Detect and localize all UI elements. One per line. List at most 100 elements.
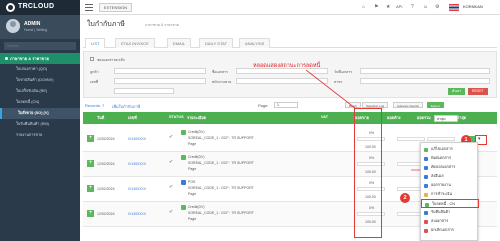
sidebar-item-delivery[interactable]: ใบขายสินค้า (DO/INV) xyxy=(0,75,80,86)
row-doc-link[interactable]: IV1400XXX xyxy=(128,137,146,141)
menu-item-print[interactable]: พิมพ์เอกสาร xyxy=(421,154,479,163)
row-detail: SOREAL_CODE_1 : GCF : TR SUPPORT xyxy=(188,186,254,190)
status-check-icon: ✔ xyxy=(169,159,174,165)
row-doc-link[interactable]: IV1400XXX xyxy=(128,162,146,166)
menu-item-delete[interactable]: ลบเอกสาร xyxy=(421,217,479,226)
sidebar-search-input[interactable] xyxy=(4,42,76,50)
checkbox-label: ซ่อนเอกสารยกเลิก xyxy=(97,58,125,62)
extra-filter-field[interactable] xyxy=(114,88,174,94)
row-tag: Page xyxy=(188,192,197,196)
sidebar-item-report[interactable]: รายงานการขาย xyxy=(0,130,80,141)
user-menu[interactable]: KORNKAN xyxy=(463,4,483,9)
profile-links[interactable]: Home | Setting xyxy=(24,28,47,32)
chevron-down-icon[interactable]: ▾ xyxy=(478,136,481,142)
user-icon[interactable]: ☺ xyxy=(423,4,428,10)
help-icon[interactable]: ? xyxy=(411,4,414,10)
edit-icon xyxy=(424,147,428,152)
filter-label-date: วันที่เอกสาร xyxy=(334,70,353,74)
add-invoice-button[interactable]: เพิ่มใบกำกับภาษี xyxy=(112,103,140,110)
export-button[interactable]: Export xyxy=(427,102,444,108)
expand-row-button[interactable]: + xyxy=(87,210,94,217)
col-latest[interactable]: ล่าสุด xyxy=(457,115,466,121)
menu-item-label: ออกรายงาน xyxy=(431,183,451,187)
page-number-field[interactable]: 1 xyxy=(274,102,298,108)
sidebar-item-return[interactable]: ใบรับคืนสินค้า (RM) xyxy=(0,119,80,130)
sidebar-item-receipt[interactable]: ใบเสร็จรับเงิน (RE) xyxy=(0,86,80,97)
breadcrumb[interactable]: ภาษาขาย & ราคาขาย xyxy=(145,22,179,28)
number-field[interactable] xyxy=(114,78,206,84)
col-detail[interactable]: รายละเอียด xyxy=(187,115,206,121)
filter-label-customer: ลูกค้า xyxy=(90,70,99,74)
menu-item-email[interactable]: ส่งอีเมล xyxy=(421,172,479,181)
salesperson-field[interactable] xyxy=(236,78,328,84)
menu-item-label: ลบเอกสาร xyxy=(431,219,449,223)
reset-button[interactable]: RESET xyxy=(468,88,488,95)
col-status[interactable]: STATUS xyxy=(169,115,184,119)
sidebar-item-sales-order[interactable]: ใบสั่งขาย (SO) [V] xyxy=(0,108,80,119)
top-bar: TRCLOUD EXTENSION ⌂ ⚑ ★ API ? ☺ ⚙ KORNKA… xyxy=(0,0,500,15)
menu-item-report[interactable]: ออกรายงาน xyxy=(421,181,479,190)
status-bar-highlight xyxy=(354,108,382,238)
total-bar xyxy=(427,137,455,141)
sidebar-item-credit-note[interactable]: ใบลดหนี้ (CN) xyxy=(0,97,80,108)
extension-button[interactable]: EXTENSION xyxy=(99,3,133,12)
menu-item-edit[interactable]: แก้ไขเอกสาร xyxy=(421,145,479,154)
channel-icon xyxy=(181,155,186,160)
col-total[interactable]: ยอดรวม xyxy=(417,115,431,121)
tab-etax-invoice[interactable]: ETAX INVOICE xyxy=(115,38,155,48)
notification-icon[interactable]: ⚑ xyxy=(374,4,378,10)
settings-icon[interactable]: ⚙ xyxy=(435,4,439,10)
tab-analysis[interactable]: ANALYSIS xyxy=(239,38,271,48)
filter-label-doc-name: ชื่อเอกสาร xyxy=(212,70,228,74)
menu-item-label: คัดลอกเอกสาร xyxy=(431,165,456,169)
col-date[interactable]: วันที่ xyxy=(97,115,104,121)
sidebar-group-label: ภาษาขาย & ราคาขาย xyxy=(10,56,49,61)
col-outstanding[interactable]: ยอดค้าง xyxy=(387,115,401,121)
col-vat[interactable]: VAT xyxy=(321,115,328,119)
api-link[interactable]: API xyxy=(396,4,402,9)
menu-item-cancel[interactable]: ยกเลิกเอกสาร xyxy=(421,226,479,235)
channel-icon xyxy=(181,205,186,210)
search-button[interactable]: ค้นหา xyxy=(448,88,466,95)
hide-cancelled-checkbox[interactable] xyxy=(90,57,94,61)
columns-select[interactable]: ล่าสุด xyxy=(434,115,458,122)
row-tag: Page xyxy=(188,142,197,146)
group-icon xyxy=(5,57,8,60)
col-doc-no[interactable]: เลขที่ xyxy=(128,115,137,121)
sidebar-group-sales[interactable]: ภาษาขาย & ราคาขาย xyxy=(0,53,80,64)
tab-label: ANALYSIS xyxy=(245,41,265,46)
menu-item-credit-note[interactable]: ใบลดหนี้ - CN xyxy=(421,199,479,208)
menu-item-return[interactable]: รับคืนสินค้า xyxy=(421,208,479,217)
row-detail: SOREAL_CODE_1 : GCF : TR SUPPORT xyxy=(188,161,254,165)
row-doc-link[interactable]: IV1400XXX xyxy=(128,187,146,191)
customer-field[interactable] xyxy=(114,68,206,74)
home-icon[interactable]: ⌂ xyxy=(362,4,365,10)
row-date: 12/02/2024 xyxy=(97,162,115,166)
sidebar: ADMIN Home | Setting ภาษาขาย & ราคาขาย ใ… xyxy=(0,15,80,241)
branch-field[interactable] xyxy=(360,78,490,84)
row-date: 12/02/2024 xyxy=(97,137,115,141)
menu-toggle-icon[interactable] xyxy=(85,4,93,11)
channel-icon xyxy=(181,130,186,135)
profile-panel: ADMIN Home | Setting xyxy=(0,15,80,39)
row-doc-link[interactable]: IV1400XXX xyxy=(128,212,146,216)
payment-icon xyxy=(424,192,428,197)
tab-email[interactable]: EMAIL xyxy=(167,38,192,48)
row-customer: Credit(DV) xyxy=(188,130,205,134)
tab-list[interactable]: LIST xyxy=(85,38,106,48)
language-flag-icon[interactable] xyxy=(449,4,459,11)
menu-item-payment[interactable]: การชำระเงิน xyxy=(421,190,479,199)
date-field[interactable] xyxy=(360,68,490,74)
menu-item-label: พิมพ์เอกสาร xyxy=(431,156,451,160)
advance-search-button[interactable]: Advance Search xyxy=(393,102,424,108)
star-icon[interactable]: ★ xyxy=(386,4,390,10)
expand-row-button[interactable]: + xyxy=(87,185,94,192)
expand-row-button[interactable]: + xyxy=(87,135,94,142)
tab-bar: LIST ETAX INVOICE EMAIL DAILY STAT ANALY… xyxy=(83,38,497,48)
sidebar-item-quotation[interactable]: ใบเสนอราคา (QO) xyxy=(0,64,80,75)
expand-row-button[interactable]: + xyxy=(87,160,94,167)
tab-daily-stat[interactable]: DAILY STAT xyxy=(199,38,233,48)
avatar[interactable] xyxy=(6,19,20,33)
row-customer: Credit(DV) xyxy=(188,205,205,209)
menu-item-copy[interactable]: คัดลอกเอกสาร xyxy=(421,163,479,172)
